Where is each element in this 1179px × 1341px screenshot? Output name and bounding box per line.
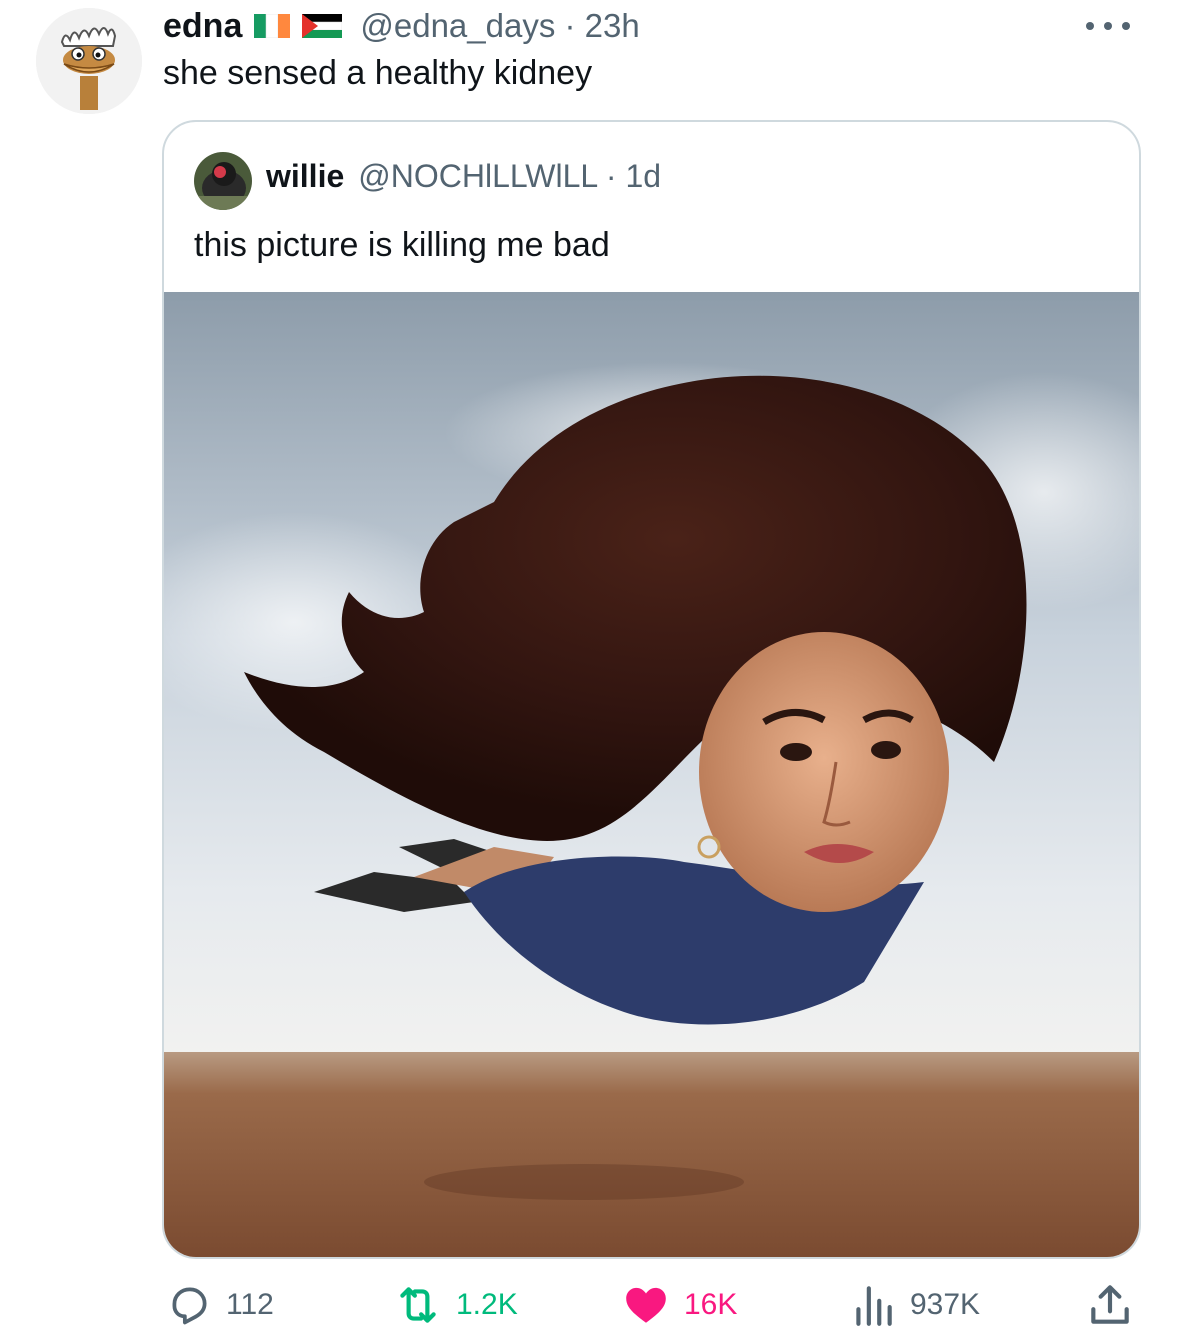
share-button[interactable] — [1085, 1280, 1135, 1330]
like-button[interactable]: 16K — [620, 1280, 737, 1330]
views-icon — [856, 1286, 892, 1326]
views-button[interactable]: 937K — [848, 1280, 980, 1330]
reply-icon — [172, 1287, 207, 1325]
author-handle-time[interactable]: @edna_days · 23h — [360, 7, 639, 45]
quoted-display-name: willie — [266, 158, 345, 194]
ireland-flag-icon — [254, 13, 291, 39]
retweet-icon — [400, 1287, 436, 1323]
reply-count: 112 — [226, 1288, 274, 1321]
quoted-author-avatar — [194, 152, 252, 210]
quoted-image[interactable] — [164, 292, 1141, 1259]
retweet-button[interactable]: 1.2K — [392, 1280, 518, 1330]
quoted-tweet-card[interactable]: willie @NOCHlLLWlLL · 1d this picture is… — [162, 120, 1141, 1259]
quoted-text: this picture is killing me bad — [194, 226, 610, 264]
author-avatar[interactable] — [36, 8, 142, 114]
like-count: 16K — [684, 1288, 738, 1321]
tweet-action-bar: 112 1.2K 16K 937K — [0, 1280, 1179, 1330]
views-count: 937K — [910, 1288, 981, 1321]
ostrich-avatar-icon — [36, 8, 142, 114]
palestine-flag-icon — [302, 14, 343, 38]
author-display-name[interactable]: edna — [163, 7, 242, 46]
bird-avatar-icon — [194, 152, 252, 210]
reply-button[interactable]: 112 — [164, 1280, 274, 1330]
tweet-header: edna @edna_days · 23h — [163, 4, 640, 48]
retweet-count: 1.2K — [456, 1288, 518, 1321]
share-icon — [1091, 1285, 1129, 1324]
quoted-handle-time: @NOCHlLLWlLL · 1d — [358, 158, 662, 194]
quoted-header: willie @NOCHlLLWlLL · 1d — [266, 158, 661, 195]
heart-icon — [626, 1287, 666, 1323]
more-dots-icon[interactable] — [1081, 16, 1135, 36]
tweet-text: she sensed a healthy kidney — [163, 54, 593, 92]
